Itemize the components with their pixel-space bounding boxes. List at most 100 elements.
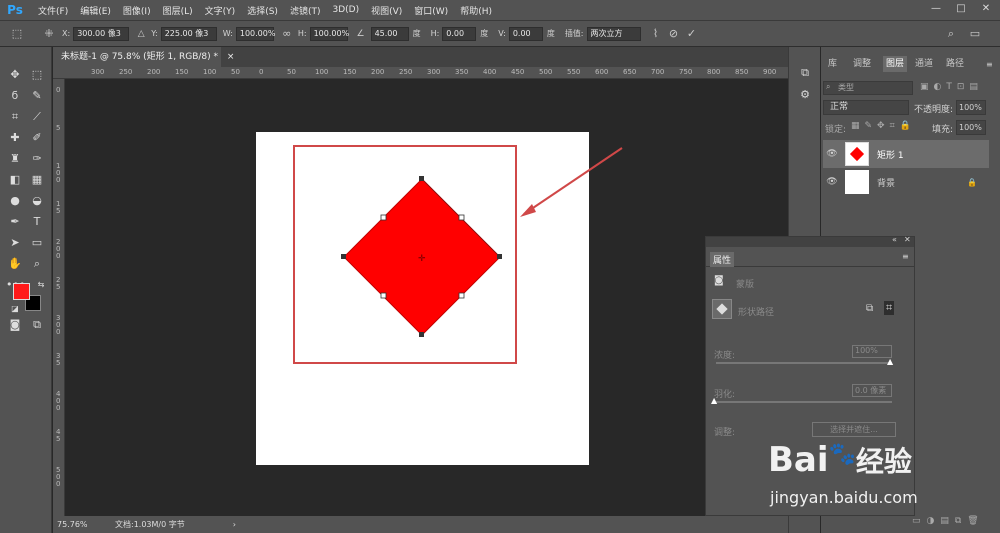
vector-mask-icon[interactable]: ⌗: [884, 301, 895, 315]
search-icon[interactable]: ⌕: [944, 27, 958, 41]
default-colors-icon[interactable]: ◪: [6, 301, 24, 317]
history-panel-icon[interactable]: ⧉: [796, 65, 814, 81]
pen-tool-icon[interactable]: ✒: [6, 214, 24, 230]
transform-handle[interactable]: [341, 254, 346, 259]
brush-tool-icon[interactable]: ✐: [28, 130, 46, 146]
tab-channels[interactable]: 通道: [915, 56, 933, 72]
transform-handle[interactable]: [458, 214, 465, 221]
close-tab-icon[interactable]: ×: [227, 52, 235, 62]
type-tool-icon[interactable]: T: [28, 214, 46, 230]
visibility-eye-icon[interactable]: 👁: [823, 149, 841, 159]
reference-point-icon[interactable]: ⁜: [40, 27, 58, 40]
feather-slider[interactable]: [716, 401, 892, 403]
delta-icon[interactable]: △: [135, 29, 147, 39]
density-slider[interactable]: [716, 362, 892, 364]
hand-tool-icon[interactable]: ✋: [6, 256, 24, 272]
menu-filter[interactable]: 滤镜(T): [284, 4, 327, 17]
width-field[interactable]: 100.00%: [235, 26, 275, 41]
tab-paths[interactable]: 路径: [946, 56, 964, 72]
menu-edit[interactable]: 编辑(E): [74, 4, 117, 17]
filter-icons[interactable]: ▣◐T⊡▤: [920, 82, 983, 92]
zoom-level[interactable]: 75.76%: [57, 520, 107, 529]
cancel-transform-icon[interactable]: ⊘: [665, 27, 683, 40]
path-select-icon[interactable]: ➤: [6, 235, 24, 251]
interpolation-select[interactable]: 两次立方: [586, 26, 641, 41]
properties-menu-icon[interactable]: ≡: [902, 252, 909, 261]
quick-select-tool-icon[interactable]: ✎: [28, 88, 46, 104]
layer-row-background[interactable]: 👁 背景 🔒: [823, 168, 989, 196]
marquee-tool-icon[interactable]: ⬚: [28, 67, 46, 83]
adjustments-panel-icon[interactable]: ⚙: [796, 87, 814, 103]
rectangle-tool-icon[interactable]: ▭: [28, 235, 46, 251]
menu-layer[interactable]: 图层(L): [157, 4, 199, 17]
lock-icons[interactable]: ▦✎✥⌗🔒: [851, 121, 916, 131]
x-field[interactable]: 300.00 像3: [73, 26, 130, 41]
minimize-button[interactable]: —: [927, 2, 945, 16]
panel-menu-icon[interactable]: ≡: [986, 60, 993, 69]
menu-window[interactable]: 窗口(W): [408, 4, 454, 17]
tool-preset-icon[interactable]: ⬚: [6, 27, 28, 40]
density-slider-thumb[interactable]: ▲: [887, 357, 893, 366]
menu-help[interactable]: 帮助(H): [454, 4, 498, 17]
gradient-tool-icon[interactable]: ▦: [28, 172, 46, 188]
hskew-field[interactable]: 0.00: [442, 26, 477, 41]
height-field[interactable]: 100.00%: [309, 26, 349, 41]
transform-handle[interactable]: [458, 292, 465, 299]
tab-layers[interactable]: 图层: [883, 56, 908, 72]
select-and-mask-button[interactable]: 选择并遮住...: [812, 422, 896, 437]
transform-handle[interactable]: [380, 292, 387, 299]
swap-colors-icon[interactable]: ⇆: [32, 277, 50, 293]
transform-handle[interactable]: [419, 176, 424, 181]
panel-titlebar[interactable]: « ✕: [706, 235, 914, 247]
dodge-tool-icon[interactable]: ◒: [28, 193, 46, 209]
layer-name[interactable]: 矩形 1: [877, 148, 904, 161]
menu-type[interactable]: 文字(Y): [199, 4, 242, 17]
menu-file[interactable]: 文件(F): [32, 4, 74, 17]
workspace-icon[interactable]: ▭: [968, 27, 982, 40]
menu-select[interactable]: 选择(S): [241, 4, 284, 17]
lasso-tool-icon[interactable]: ϭ: [6, 88, 24, 104]
mask-icon[interactable]: ◙: [714, 275, 724, 286]
layer-name[interactable]: 背景: [877, 176, 895, 189]
opacity-field[interactable]: 100%: [956, 100, 986, 115]
screen-mode-icon[interactable]: ⧉: [28, 317, 46, 333]
commit-transform-icon[interactable]: ✓: [683, 27, 701, 40]
move-tool-icon[interactable]: ✥: [6, 67, 24, 83]
feather-slider-thumb[interactable]: ▲: [711, 396, 717, 405]
fill-field[interactable]: 100%: [956, 120, 986, 135]
collapse-icon[interactable]: «: [892, 235, 897, 244]
transform-handle[interactable]: [497, 254, 502, 259]
vskew-field[interactable]: 0.00: [508, 26, 543, 41]
foreground-color-swatch[interactable]: [13, 283, 30, 300]
transform-handle[interactable]: [419, 332, 424, 337]
menu-image[interactable]: 图像(I): [117, 4, 157, 17]
crop-tool-icon[interactable]: ⌗: [6, 109, 24, 125]
close-window-button[interactable]: ✕: [977, 2, 995, 16]
menu-view[interactable]: 视图(V): [365, 4, 408, 17]
rotated-rectangle-shape[interactable]: ✛: [340, 175, 504, 339]
visibility-eye-icon[interactable]: 👁: [823, 177, 841, 187]
layer-actions-icons[interactable]: ▭◑▤⧉🗑: [912, 516, 985, 526]
menu-3d[interactable]: 3D(D): [326, 5, 365, 15]
document-tab[interactable]: 未标题-1 @ 75.8% (矩形 1, RGB/8) * ×: [53, 47, 234, 67]
clone-stamp-icon[interactable]: ♜: [6, 151, 24, 167]
transform-handle[interactable]: [380, 214, 387, 221]
eraser-tool-icon[interactable]: ◧: [6, 172, 24, 188]
y-field[interactable]: 225.00 像3: [160, 26, 217, 41]
blur-tool-icon[interactable]: ●: [6, 193, 24, 209]
quick-mask-icon[interactable]: ◙: [6, 317, 24, 333]
tab-adjustments[interactable]: 调整: [853, 56, 871, 72]
close-panel-icon[interactable]: ✕: [904, 235, 911, 244]
density-field[interactable]: 100%: [852, 345, 892, 358]
zoom-tool-icon[interactable]: ⌕: [28, 256, 46, 272]
tab-library[interactable]: 库: [828, 56, 837, 72]
maximize-button[interactable]: □: [952, 2, 970, 16]
blend-mode-select[interactable]: 正常: [823, 100, 909, 115]
link-icon[interactable]: ∞: [280, 27, 294, 40]
layer-row-shape[interactable]: 👁 矩形 1: [823, 140, 989, 168]
healing-brush-icon[interactable]: ✚: [6, 130, 24, 146]
eyedropper-tool-icon[interactable]: ⟋: [28, 109, 46, 125]
angle-field[interactable]: 45.00: [370, 26, 409, 41]
feather-field[interactable]: 0.0 像素: [852, 384, 892, 397]
warp-icon[interactable]: ⌇: [647, 27, 665, 40]
